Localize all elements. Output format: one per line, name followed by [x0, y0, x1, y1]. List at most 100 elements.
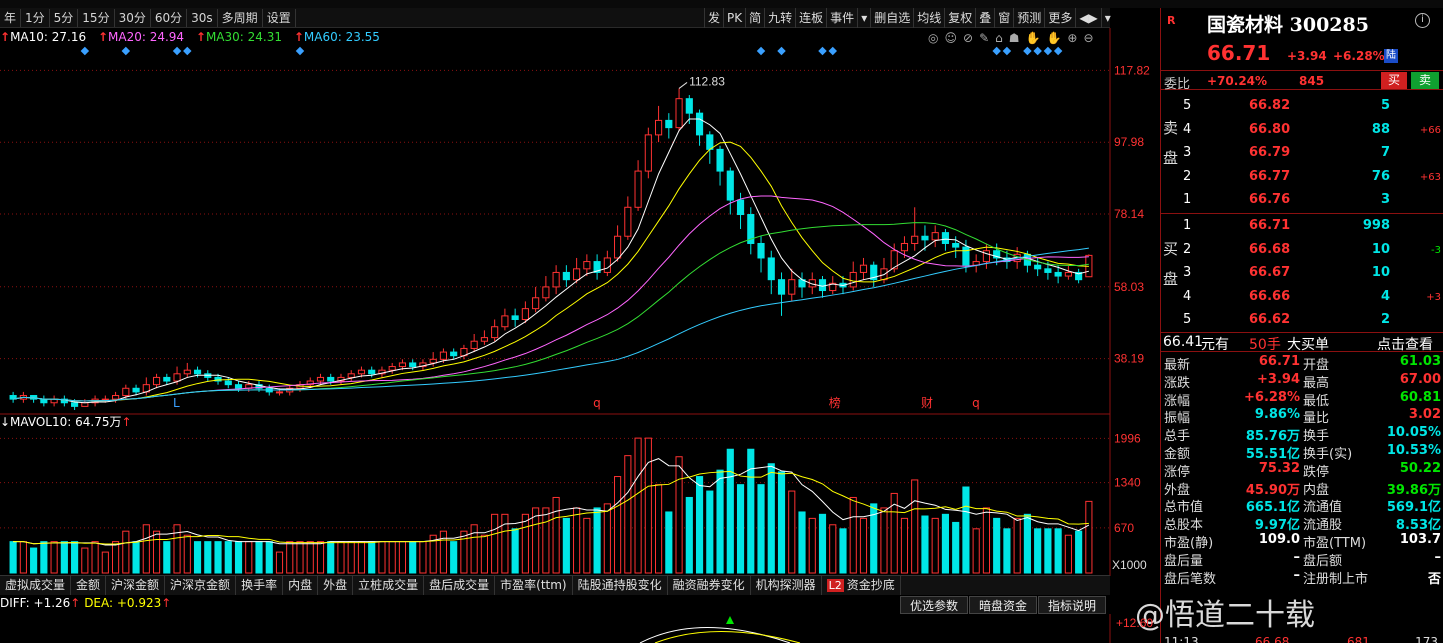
- toolbar-btn-12[interactable]: 预测: [1013, 8, 1044, 28]
- volume-bar[interactable]: [275, 551, 284, 574]
- volume-bar[interactable]: [152, 530, 161, 574]
- candle-body[interactable]: [859, 264, 868, 273]
- buy-row[interactable]: 1 66.71 998: [1161, 218, 1443, 238]
- candle-body[interactable]: [777, 279, 786, 295]
- dark-pool-button[interactable]: 暗盘资金: [969, 596, 1038, 614]
- candle-body[interactable]: [450, 351, 458, 357]
- big-order-link[interactable]: 点击查看: [1377, 334, 1433, 354]
- event-marker-icon[interactable]: [183, 46, 192, 56]
- volume-bar[interactable]: [112, 541, 120, 574]
- candle-body[interactable]: [388, 366, 396, 371]
- candle-body[interactable]: [736, 199, 745, 216]
- multi-period-button[interactable]: 多周期: [218, 8, 263, 27]
- event-marker-icon[interactable]: [777, 46, 786, 56]
- toolbar-btn-2[interactable]: 简: [745, 8, 764, 28]
- candle-body[interactable]: [521, 308, 529, 321]
- candle-body[interactable]: [511, 315, 519, 321]
- event-marker-icon[interactable]: [828, 46, 837, 56]
- candle-body[interactable]: [71, 402, 79, 407]
- volume-bar[interactable]: [316, 541, 325, 574]
- volume-bar[interactable]: [122, 530, 130, 574]
- volume-bar[interactable]: [491, 513, 499, 574]
- candle-body[interactable]: [1054, 271, 1062, 277]
- candle-body[interactable]: [900, 242, 909, 252]
- candle-body[interactable]: [552, 271, 560, 288]
- volume-bar[interactable]: [665, 511, 673, 574]
- event-marker-icon[interactable]: [80, 46, 90, 56]
- toolbar-btn-11[interactable]: 窗: [994, 8, 1013, 28]
- volume-bar[interactable]: [460, 530, 468, 574]
- volume-bar[interactable]: [1013, 517, 1021, 574]
- chart-marker[interactable]: q: [972, 396, 980, 410]
- volume-bar[interactable]: [695, 476, 704, 574]
- volume-bar[interactable]: [50, 541, 58, 574]
- toolbar-btn-9[interactable]: 复权: [944, 8, 975, 28]
- volume-bar[interactable]: [880, 507, 888, 574]
- event-marker-icon[interactable]: [172, 46, 182, 56]
- volume-bar[interactable]: [716, 469, 724, 574]
- volume-bar[interactable]: [234, 541, 243, 574]
- info-icon[interactable]: i: [1415, 13, 1430, 28]
- volume-bar[interactable]: [706, 490, 714, 574]
- toolbar-btn-1[interactable]: PK: [723, 8, 745, 28]
- candle-body[interactable]: [193, 369, 202, 375]
- candle-body[interactable]: [757, 242, 765, 259]
- tab-pile-volume[interactable]: 立桩成交量: [353, 576, 425, 595]
- tab-fund-bottom[interactable]: L2 资金抄底: [822, 576, 901, 595]
- sell-row[interactable]: 4 66.80 88 +66: [1161, 122, 1443, 142]
- volume-bar[interactable]: [245, 541, 253, 574]
- chart-marker[interactable]: q: [593, 396, 601, 410]
- volume-bar[interactable]: [347, 541, 355, 574]
- volume-bar[interactable]: [30, 547, 38, 574]
- volume-bar[interactable]: [296, 541, 304, 574]
- period-30min[interactable]: 30分: [115, 8, 151, 27]
- candle-body[interactable]: [603, 257, 611, 273]
- candle-body[interactable]: [347, 373, 355, 378]
- candle-body[interactable]: [911, 235, 919, 244]
- candle-body[interactable]: [40, 398, 48, 404]
- volume-bar[interactable]: [644, 437, 652, 574]
- volume-bar[interactable]: [593, 507, 601, 574]
- volume-bar[interactable]: [214, 541, 222, 574]
- volume-bar[interactable]: [450, 541, 458, 574]
- volume-bar[interactable]: [224, 541, 232, 574]
- chart-marker[interactable]: 财: [921, 396, 933, 410]
- volume-bar[interactable]: [1003, 528, 1011, 574]
- volume-bar[interactable]: [1054, 528, 1062, 574]
- volume-bar[interactable]: [573, 507, 581, 574]
- tab-margin-change[interactable]: 融资融券变化: [668, 576, 751, 595]
- volume-bar[interactable]: [173, 524, 181, 574]
- candle-body[interactable]: [357, 369, 366, 375]
- candle-body[interactable]: [163, 376, 171, 382]
- volume-bar[interactable]: [552, 496, 560, 574]
- volume-bar[interactable]: [357, 541, 366, 574]
- candle-body[interactable]: [614, 235, 622, 259]
- chart-marker[interactable]: L: [173, 396, 180, 410]
- volume-bar[interactable]: [532, 507, 540, 574]
- candle-body[interactable]: [675, 98, 683, 129]
- volume-bar[interactable]: [409, 541, 417, 574]
- candle-body[interactable]: [665, 119, 673, 129]
- period-year[interactable]: 年: [0, 8, 22, 27]
- candle-body[interactable]: [573, 268, 581, 281]
- candle-body[interactable]: [706, 134, 714, 150]
- toolbar-btn-10[interactable]: 叠: [975, 8, 994, 28]
- volume-bar[interactable]: [993, 517, 1001, 574]
- volume-bar[interactable]: [1064, 534, 1072, 574]
- volume-bar[interactable]: [931, 517, 939, 574]
- volume-bar[interactable]: [265, 541, 273, 574]
- volume-bar[interactable]: [306, 541, 314, 574]
- tab-northbound-holding[interactable]: 陆股通持股变化: [573, 576, 668, 595]
- buy-row[interactable]: 3 66.67 10: [1161, 265, 1443, 285]
- volume-bar[interactable]: [193, 541, 202, 574]
- volume-bar[interactable]: [470, 524, 478, 574]
- volume-bar[interactable]: [337, 541, 345, 574]
- volume-bar[interactable]: [378, 541, 386, 574]
- volume-bar[interactable]: [1034, 528, 1042, 574]
- volume-bar[interactable]: [900, 517, 909, 574]
- volume-bar[interactable]: [757, 484, 765, 574]
- period-1min[interactable]: 1分: [21, 8, 50, 27]
- candle-body[interactable]: [101, 398, 109, 401]
- tab-pe-ttm[interactable]: 市盈率(ttm): [495, 576, 573, 595]
- volume-bar[interactable]: [9, 541, 17, 574]
